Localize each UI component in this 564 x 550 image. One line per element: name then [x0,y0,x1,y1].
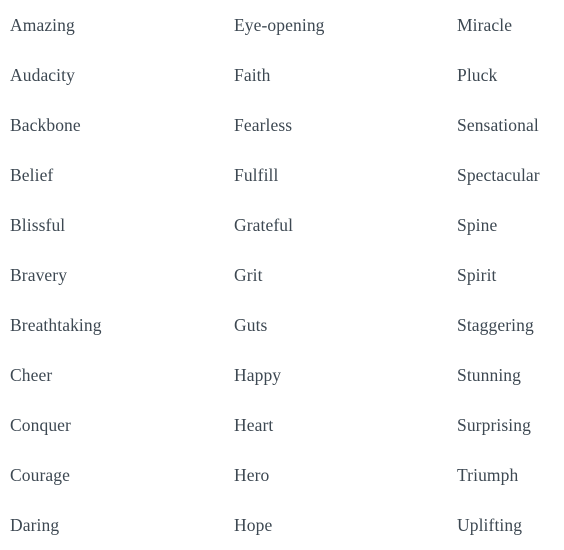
word-item: Heart [234,415,274,435]
word-item: Courage [10,465,70,485]
word-item: Amazing [10,15,75,35]
word-item: Blissful [10,215,66,235]
word-item: Stunning [457,365,522,385]
word-item: Hero [234,465,270,485]
word-column-2: Eye-opening Faith Fearless Fulfill Grate… [234,0,454,538]
word-item: Miracle [457,15,513,35]
word-column-1: Amazing Audacity Backbone Belief Blissfu… [10,0,230,538]
word-column-3: Miracle Pluck Sensational Spectacular Sp… [457,0,564,538]
word-item: Triumph [457,465,519,485]
word-item: Spine [457,215,498,235]
word-item: Fearless [234,115,293,135]
word-item: Audacity [10,65,75,85]
word-item: Daring [10,515,60,535]
word-item: Surprising [457,415,531,435]
word-item: Pluck [457,65,498,85]
word-item: Faith [234,65,271,85]
word-item: Staggering [457,315,534,335]
word-item: Conquer [10,415,71,435]
word-item: Guts [234,315,268,335]
word-item: Spirit [457,265,497,285]
word-list-grid: Amazing Audacity Backbone Belief Blissfu… [0,0,564,538]
word-item: Fulfill [234,165,279,185]
word-item: Happy [234,365,282,385]
word-item: Breathtaking [10,315,102,335]
word-item: Grateful [234,215,294,235]
word-item: Belief [10,165,54,185]
word-item: Spectacular [457,165,540,185]
word-item: Backbone [10,115,81,135]
word-item: Grit [234,265,263,285]
word-item: Hope [234,515,273,535]
word-item: Sensational [457,115,539,135]
word-item: Eye-opening [234,15,325,35]
word-item: Cheer [10,365,53,385]
word-item: Bravery [10,265,68,285]
word-item: Uplifting [457,515,523,535]
